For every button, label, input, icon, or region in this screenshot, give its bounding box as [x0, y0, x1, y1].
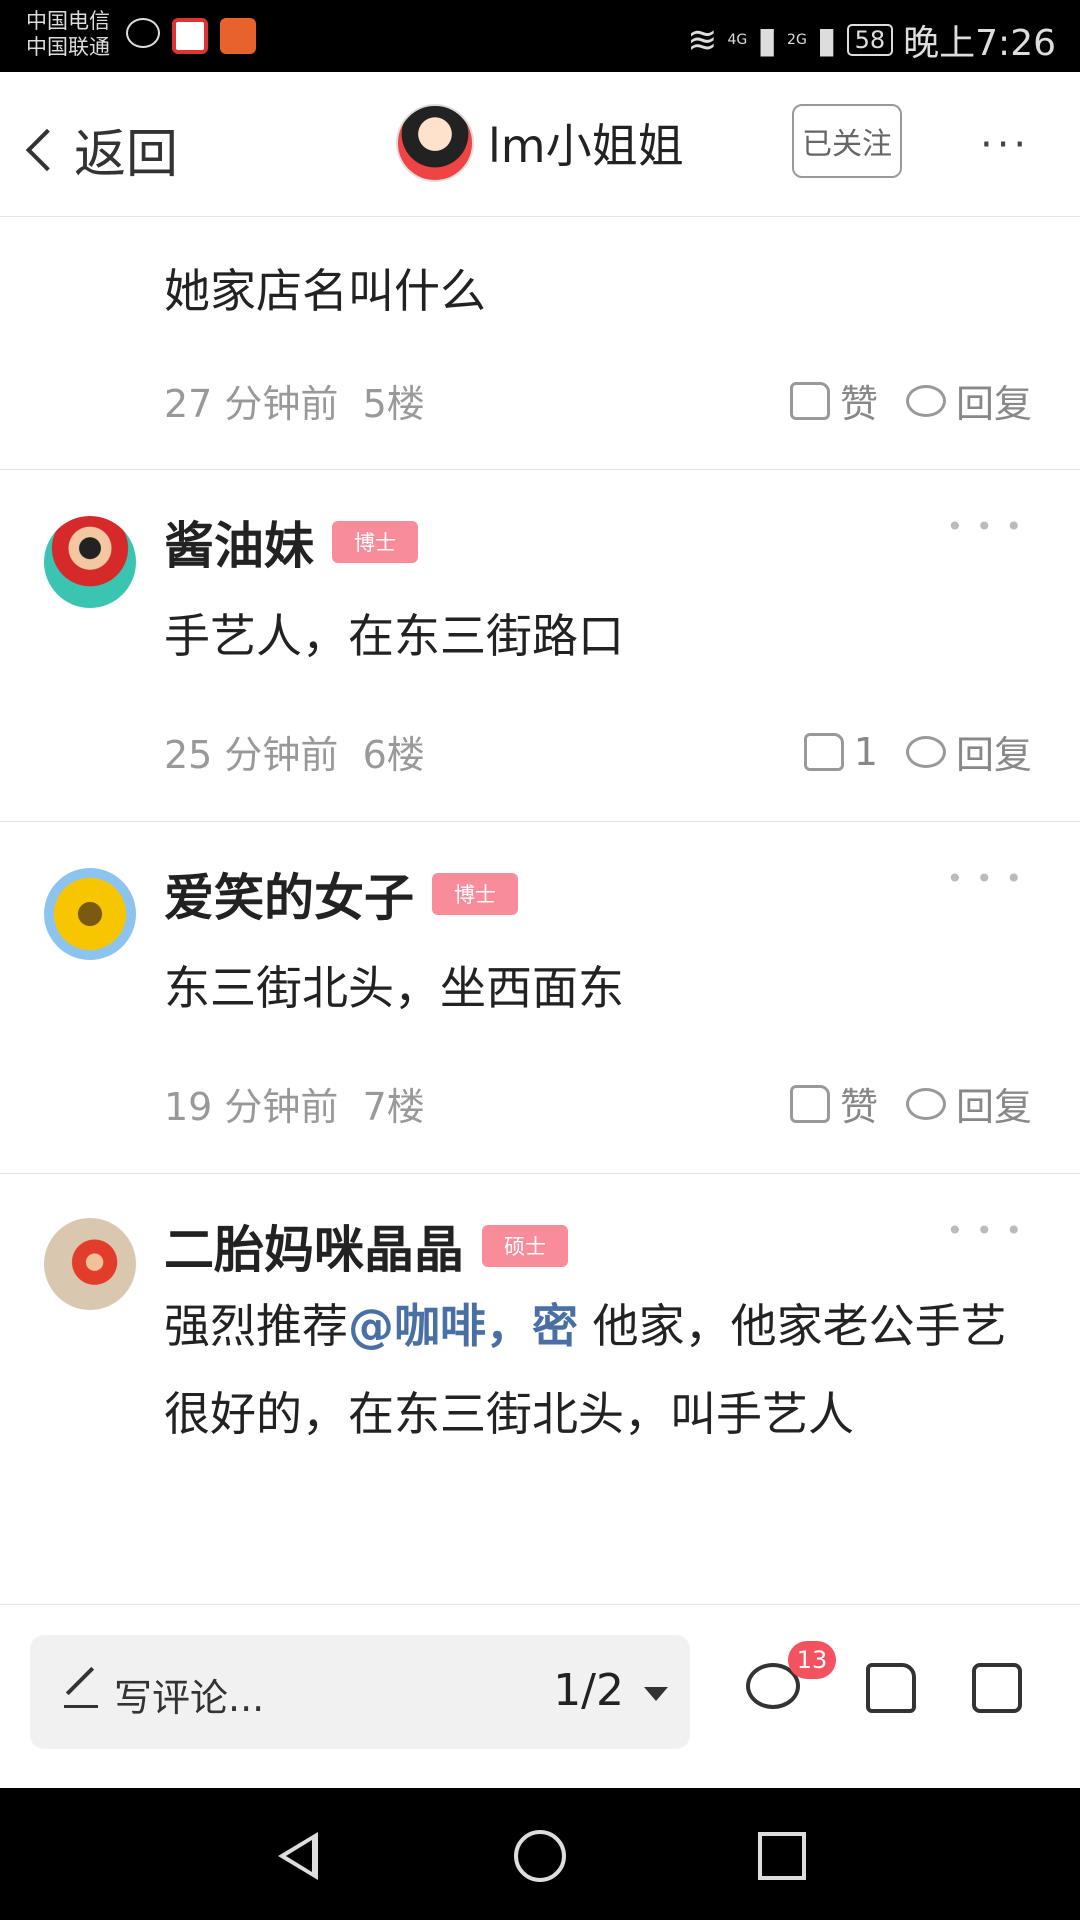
reply-label: 回复: [955, 1085, 1032, 1129]
back-button[interactable]: 返回: [18, 112, 178, 187]
comment-text: 强烈推荐@咖啡，密 他家，他家老公手艺很好的，在东三街北头，叫手艺人: [164, 1282, 1024, 1458]
comment-text-prefix: 强烈推荐: [164, 1299, 348, 1353]
status-bar: 中国电信 中国联通 ≋ 4G ▮ 2G ▮ 58 晚上7:26: [0, 0, 1080, 72]
comment-text: 东三街北头，坐西面东: [164, 961, 624, 1015]
comment-floor: 7楼: [362, 1085, 425, 1129]
follow-button[interactable]: 已关注: [792, 104, 902, 178]
like-button[interactable]: 1: [803, 729, 878, 774]
comment-composer[interactable]: 写评论... 1/2: [30, 1635, 690, 1749]
comment-item: 爱笑的女子 博士 • • • 东三街北头，坐西面东 19 分钟前 7楼 赞 回复: [0, 822, 1080, 1174]
system-nav-bar: [0, 1788, 1080, 1920]
level-badge: 硕士: [482, 1225, 568, 1267]
pencil-icon: [65, 1666, 95, 1696]
comment-time: 27 分钟前: [164, 382, 339, 426]
nav-recents-icon[interactable]: [758, 1832, 806, 1880]
commenter-name[interactable]: 二胎妈咪晶晶: [164, 1210, 464, 1282]
comment-actions: 赞 回复: [762, 1076, 1032, 1131]
like-count: 1: [853, 729, 878, 774]
author-avatar[interactable]: [396, 104, 474, 182]
comment-actions: 赞 回复: [762, 373, 1032, 428]
commenter-name[interactable]: 爱笑的女子: [164, 858, 414, 930]
level-badge: 博士: [332, 521, 418, 563]
reply-label: 回复: [955, 733, 1032, 777]
caret-down-icon[interactable]: [644, 1687, 668, 1701]
thumbs-up-icon: [789, 1084, 830, 1123]
share-icon[interactable]: [972, 1663, 1022, 1713]
comment-item: 二胎妈咪晶晶 硕士 • • • 强烈推荐@咖啡，密 他家，他家老公手艺很好的，在…: [0, 1174, 1080, 1604]
more-options-icon[interactable]: • • •: [947, 510, 1024, 543]
avatar[interactable]: [44, 868, 136, 960]
signal-2-label: 2G: [787, 32, 807, 48]
more-options-icon[interactable]: • • •: [947, 1214, 1024, 1247]
back-label: 返回: [74, 125, 179, 185]
comment-floor: 5楼: [362, 382, 425, 426]
reply-button[interactable]: 回复: [905, 1076, 1032, 1131]
nav-back-icon-inner: [286, 1840, 312, 1872]
nav-home-icon[interactable]: [514, 1830, 566, 1882]
signal-2-icon: ▮: [816, 19, 837, 61]
wifi-icon: ≋: [687, 19, 718, 61]
speech-bubble-icon: [905, 1087, 946, 1120]
commenter-row: 二胎妈咪晶晶 硕士: [164, 1210, 568, 1282]
comment-text: 手艺人，在东三街路口: [164, 609, 624, 663]
carrier-1: 中国电信: [26, 9, 110, 33]
bottom-action-bar: 写评论... 1/2 13: [0, 1604, 1080, 1789]
thumbs-up-icon[interactable]: [866, 1663, 916, 1713]
comment-actions: 1 回复: [776, 724, 1032, 779]
comment-meta: 27 分钟前 5楼: [164, 373, 425, 428]
like-button[interactable]: 赞: [789, 1076, 878, 1131]
comment-time: 25 分钟前: [164, 733, 339, 777]
author-name: lm小姐姐: [488, 119, 684, 173]
comment-text: 她家店名叫什么: [164, 264, 486, 318]
signal-1-label: 4G: [727, 32, 748, 48]
signal-1-icon: ▮: [757, 19, 778, 61]
notification-icons: [126, 18, 256, 54]
carrier-2: 中国联通: [26, 35, 110, 59]
speech-bubble-icon: [905, 735, 946, 768]
battery-indicator: 58: [846, 24, 894, 56]
avatar[interactable]: [44, 516, 136, 608]
page-indicator[interactable]: 1/2: [553, 1665, 624, 1716]
pencil-underline: [64, 1705, 98, 1708]
commenter-row: 酱油妹 博士: [164, 506, 418, 578]
comment-floor: 6楼: [362, 733, 425, 777]
author-title[interactable]: lm小姐姐: [396, 104, 684, 182]
level-badge: 博士: [432, 873, 518, 915]
top-nav-bar: 返回 lm小姐姐 已关注 ···: [0, 72, 1080, 217]
composer-placeholder: 写评论...: [114, 1676, 265, 1720]
comment-meta: 19 分钟前 7楼: [164, 1076, 425, 1131]
app-heart-icon: [220, 18, 256, 54]
clock: 晚上7:26: [903, 23, 1056, 64]
comment-meta: 25 分钟前 6楼: [164, 724, 425, 779]
chevron-left-icon: [25, 128, 69, 171]
like-label: 赞: [839, 1085, 878, 1129]
status-right: ≋ 4G ▮ 2G ▮ 58 晚上7:26: [687, 14, 1056, 66]
reply-button[interactable]: 回复: [905, 373, 1032, 428]
like-label: 赞: [839, 382, 878, 426]
wechat-icon: [126, 18, 160, 48]
commenter-row: 爱笑的女子 博士: [164, 858, 518, 930]
thumbs-up-icon: [789, 381, 830, 420]
commenter-name[interactable]: 酱油妹: [164, 506, 314, 578]
more-options-icon[interactable]: ···: [980, 122, 1030, 168]
reply-button[interactable]: 回复: [905, 724, 1032, 779]
avatar[interactable]: [44, 1218, 136, 1310]
comment-time: 19 分钟前: [164, 1085, 339, 1129]
more-options-icon[interactable]: • • •: [947, 862, 1024, 895]
reply-label: 回复: [955, 382, 1032, 426]
carrier-labels: 中国电信 中国联通: [26, 8, 110, 60]
like-button[interactable]: 赞: [789, 373, 878, 428]
browser-icon: [172, 18, 208, 54]
thumbs-up-icon: [803, 732, 844, 771]
comment-item: 她家店名叫什么 27 分钟前 5楼 赞 回复: [0, 217, 1080, 470]
speech-bubble-icon: [905, 384, 946, 417]
comment-count-badge: 13: [788, 1641, 836, 1679]
comment-item: 酱油妹 博士 • • • 手艺人，在东三街路口 25 分钟前 6楼 1 回复: [0, 470, 1080, 822]
mention-link[interactable]: @咖啡，密: [348, 1299, 578, 1353]
